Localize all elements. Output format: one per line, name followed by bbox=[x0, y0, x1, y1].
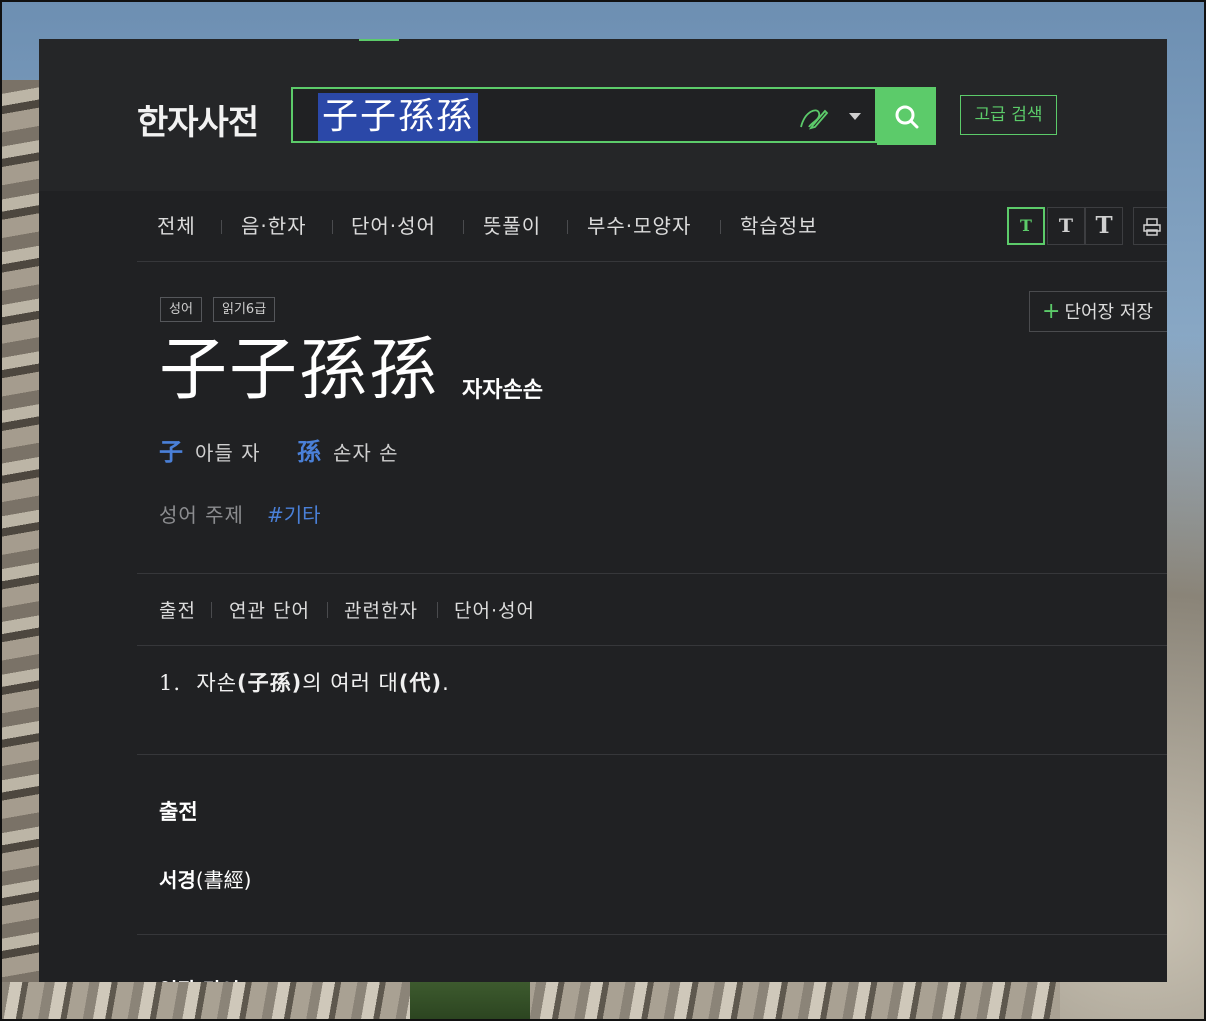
tab-all[interactable]: 전체 bbox=[157, 207, 196, 261]
tab-divider bbox=[567, 220, 568, 234]
definition-text: 의 여러 대 bbox=[302, 671, 399, 695]
tab-divider bbox=[332, 220, 333, 234]
search-icon bbox=[895, 105, 919, 129]
printer-icon bbox=[1143, 218, 1161, 236]
divider bbox=[137, 754, 1167, 755]
definition-number: 1. bbox=[159, 671, 182, 695]
source-section-title: 출전 bbox=[159, 800, 198, 824]
theme-label: 성어 주제 bbox=[159, 503, 244, 527]
related-section-title: 연관 단어 bbox=[159, 974, 240, 982]
pen-icon[interactable] bbox=[797, 101, 829, 133]
tab-divider bbox=[720, 220, 721, 234]
top-accent-bar bbox=[359, 39, 399, 41]
search-box[interactable]: 子子孫孫 bbox=[291, 87, 877, 143]
text-size-large[interactable]: T bbox=[1085, 207, 1123, 245]
definition-hanja: (子孫) bbox=[237, 671, 303, 695]
tab-study[interactable]: 학습정보 bbox=[740, 207, 818, 261]
tab-words[interactable]: 단어·성어 bbox=[351, 207, 436, 261]
tab-divider bbox=[463, 220, 464, 234]
char-link[interactable]: 孫 bbox=[297, 432, 321, 467]
char-meaning: 손자 손 bbox=[333, 441, 399, 465]
entry-title: 子子孫孫 bbox=[159, 331, 440, 410]
definition-hanja: (代) bbox=[398, 671, 443, 695]
entry-reading: 자자손손 bbox=[462, 378, 543, 403]
text-size-medium[interactable]: T bbox=[1047, 207, 1085, 245]
dictionary-window: 한자사전 子子孫孫 고급 검색 전체 음·한자 단어·성어 뜻풀이 부수·모양자… bbox=[39, 39, 1167, 982]
divider bbox=[137, 645, 1167, 646]
source-hanja: (書經) bbox=[195, 868, 252, 892]
char-meaning: 아들 자 bbox=[195, 441, 261, 465]
save-to-wordbook-button[interactable]: + 단어장 저장 bbox=[1029, 291, 1167, 332]
tab-divider bbox=[221, 220, 222, 234]
definition-text: . bbox=[442, 671, 450, 695]
save-label: 단어장 저장 bbox=[1064, 302, 1153, 323]
tab-radical[interactable]: 부수·모양자 bbox=[587, 207, 691, 261]
source-name: 서경(書經) bbox=[159, 864, 251, 893]
header: 한자사전 子子孫孫 고급 검색 bbox=[39, 39, 1167, 191]
search-input[interactable]: 子子孫孫 bbox=[318, 93, 479, 141]
tab-sound-hanja[interactable]: 음·한자 bbox=[241, 207, 307, 261]
print-button[interactable] bbox=[1133, 207, 1167, 245]
char-link[interactable]: 子 bbox=[159, 432, 183, 467]
source-korean: 서경 bbox=[159, 868, 196, 892]
logo[interactable]: 한자사전 bbox=[137, 95, 259, 144]
subtab-related-hanja[interactable]: 관련한자 bbox=[344, 596, 418, 623]
badge-level: 읽기6급 bbox=[213, 297, 276, 322]
subtab-divider bbox=[327, 602, 328, 618]
subtab-words[interactable]: 단어·성어 bbox=[454, 596, 535, 623]
divider bbox=[137, 573, 1167, 574]
advanced-search-button[interactable]: 고급 검색 bbox=[960, 95, 1057, 135]
text-size-small[interactable]: T bbox=[1007, 207, 1045, 245]
divider bbox=[137, 934, 1167, 935]
definition: 1. 자손(子孫)의 여러 대(代). bbox=[159, 667, 450, 697]
subtab-source[interactable]: 출전 bbox=[159, 596, 196, 623]
definition-text: 자손 bbox=[196, 671, 238, 695]
theme-tag-link[interactable]: #기타 bbox=[267, 499, 321, 528]
plus-icon: + bbox=[1042, 299, 1061, 324]
rock-photo-bottom bbox=[0, 982, 1060, 1021]
badge-category: 성어 bbox=[160, 297, 202, 322]
search-button[interactable] bbox=[877, 87, 936, 145]
chevron-down-icon[interactable] bbox=[849, 113, 861, 120]
subtab-related-words[interactable]: 연관 단어 bbox=[229, 596, 310, 623]
subtab-divider bbox=[211, 602, 212, 618]
tab-meaning[interactable]: 뜻풀이 bbox=[483, 207, 541, 261]
subtab-divider bbox=[437, 602, 438, 618]
